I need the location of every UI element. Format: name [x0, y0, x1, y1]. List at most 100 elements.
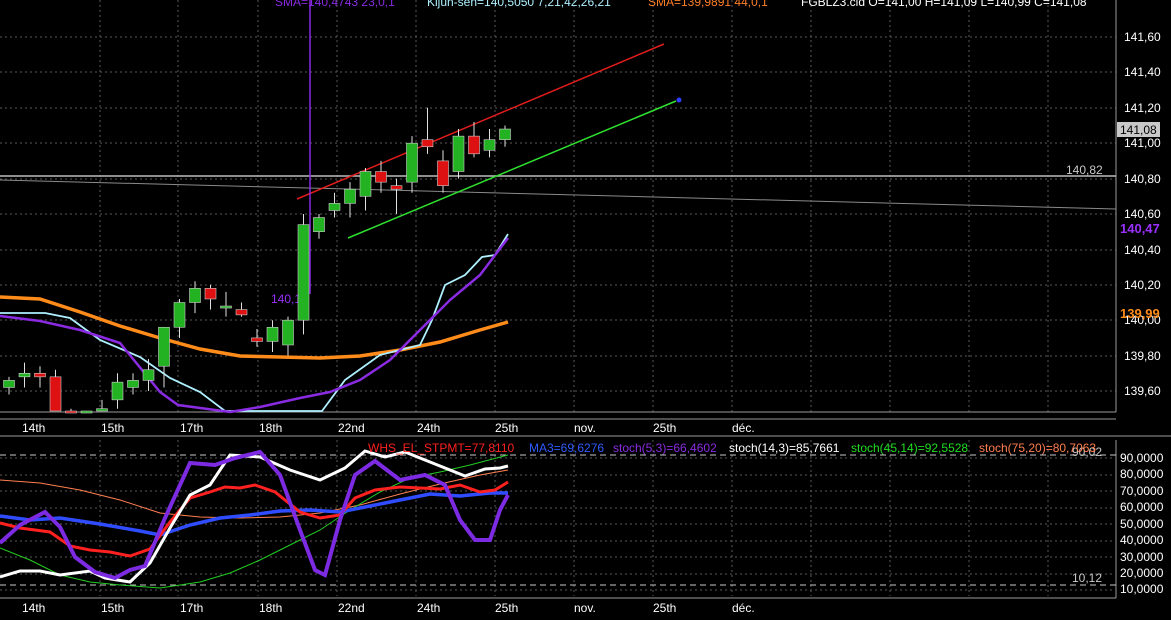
stoch-tick: 90,0000 [1120, 451, 1164, 465]
channel-handle[interactable] [676, 97, 682, 103]
candle-up [406, 142, 418, 183]
x-label: 15th [101, 421, 124, 435]
x-axis-bottom: 14th 15th 17th 18th 22nd 24th 25th nov. … [22, 601, 755, 615]
x-label: déc. [732, 601, 755, 615]
candle-up [328, 203, 341, 211]
candle-up [142, 369, 155, 381]
legend-stoch-5-3: stoch(5,3)=66,4602 [613, 441, 717, 455]
price-tick: 140,60 [1124, 207, 1161, 221]
candle-up [499, 128, 511, 140]
price-tick: 141,40 [1124, 65, 1161, 79]
candle-up [483, 139, 496, 151]
candle-up [158, 326, 170, 367]
price-tick: 141,20 [1124, 101, 1161, 115]
candle-up [344, 188, 356, 204]
x-label: 14th [22, 601, 45, 615]
candle-up [3, 380, 15, 388]
candle-up [96, 408, 108, 412]
price-tick: 140,80 [1124, 172, 1161, 186]
stoch-tick: 40,0000 [1120, 533, 1164, 547]
candle-up [80, 410, 93, 414]
sma1-value-label: 140,47 [1120, 221, 1160, 236]
candle-up [173, 302, 186, 328]
header-ohlc: FGBLZ3.cld O=141,00 H=141,09 L=140,99 C=… [801, 0, 1087, 9]
candle-up [266, 326, 279, 342]
sloping-gray-line[interactable] [0, 179, 1117, 210]
legend-ma3: MA3=69,6276 [529, 441, 604, 455]
x-label: 22nd [338, 421, 365, 435]
x-label: 24th [417, 421, 440, 435]
last-price-label: 141,08 [1120, 123, 1157, 137]
header-kijun: Kijun-sen=140,5050 7,21,42,26,21 [427, 0, 611, 9]
candle-up [189, 288, 201, 303]
legend-stoch-45-14: stoch(45,14)=92,5528 [851, 441, 968, 455]
x-label: 15th [101, 601, 124, 615]
candle-up [220, 305, 232, 309]
price-axis: 141,60 141,40 141,20 141,00 140,80 140,6… [1124, 30, 1161, 398]
candle-up [282, 319, 294, 346]
header-sma2: SMA=139,9891 44,0,1 [648, 0, 768, 9]
header-sma1: SMA=140,4743 23,0,1 [275, 0, 395, 9]
candle-down [375, 171, 387, 183]
x-label: 25th [495, 421, 518, 435]
header-legend: SMA=140,4743 23,0,1 Kijun-sen=140,5050 7… [275, 0, 1087, 9]
candle-up [18, 372, 31, 378]
stoch-lower-level-label: 10,12 [1072, 571, 1102, 585]
x-label: 25th [653, 421, 676, 435]
channel-lower-line[interactable] [347, 100, 677, 239]
candle-down [468, 135, 480, 155]
x-label: 25th [495, 601, 518, 615]
candle-down [251, 337, 263, 342]
stoch-tick: 20,0000 [1120, 566, 1164, 580]
candle-down [235, 309, 248, 316]
x-label: nov. [574, 601, 596, 615]
stoch-tick: 60,0000 [1120, 500, 1164, 514]
kijun-sen-line [0, 233, 509, 412]
price-tick: 140,20 [1124, 278, 1161, 292]
x-label: 18th [259, 601, 282, 615]
stoch-tick: 10,0000 [1120, 582, 1164, 596]
x-label: déc. [732, 421, 755, 435]
candle-down [65, 410, 77, 414]
ma3-line [0, 491, 508, 537]
candle-down [34, 372, 46, 378]
candle-up [452, 135, 465, 172]
candle-down [204, 288, 217, 300]
x-label: 17th [180, 601, 203, 615]
x-label: nov. [574, 421, 596, 435]
x-label: 18th [259, 421, 282, 435]
sma-purple-line [0, 237, 509, 414]
candle-up [111, 381, 124, 401]
price-candles [3, 107, 511, 414]
sma2-value-label: 139,99 [1120, 306, 1160, 321]
stoch-axis: 90,0000 80,0000 70,0000 60,0000 50,0000 … [1120, 451, 1164, 596]
candle-down [437, 160, 449, 186]
candle-up [127, 380, 139, 388]
candle-up [359, 171, 372, 197]
x-label: 17th [180, 421, 203, 435]
stoch-tick: 70,0000 [1120, 484, 1164, 498]
x-label: 24th [417, 601, 440, 615]
x-label: 25th [653, 601, 676, 615]
legend-whs-stpmt: WHS_EL_STPMT=77,8110 [368, 441, 515, 455]
legend-stoch-14-3: stoch(14,3)=85,7661 [729, 441, 840, 455]
stoch-legend: WHS_EL_STPMT=77,8110 MA3=69,6276 stoch(5… [368, 441, 1096, 455]
price-tick: 139,80 [1124, 349, 1161, 363]
price-tick: 140,40 [1124, 243, 1161, 257]
candle-down [421, 139, 434, 148]
sma-orange-line [0, 295, 509, 360]
candle-up [297, 224, 310, 321]
price-tick: 141,00 [1124, 136, 1161, 150]
price-tick: 141,60 [1124, 30, 1161, 44]
candle-down [390, 185, 403, 190]
x-label: 14th [22, 421, 45, 435]
candle-up [313, 217, 325, 232]
legend-stoch-75-20: stoch(75,20)=80,7063 [979, 441, 1096, 455]
x-label: 22nd [338, 601, 365, 615]
trading-chart: 140,18 141,60 141,40 141,20 141,00 140,8… [0, 0, 1171, 615]
x-axis-top: 14th 15th 17th 18th 22nd 24th 25th nov. … [22, 421, 755, 435]
candle-down [49, 376, 62, 412]
vertical-gridlines [99, 0, 1049, 596]
stoch-tick: 50,0000 [1120, 517, 1164, 531]
stoch-tick: 30,0000 [1120, 550, 1164, 564]
